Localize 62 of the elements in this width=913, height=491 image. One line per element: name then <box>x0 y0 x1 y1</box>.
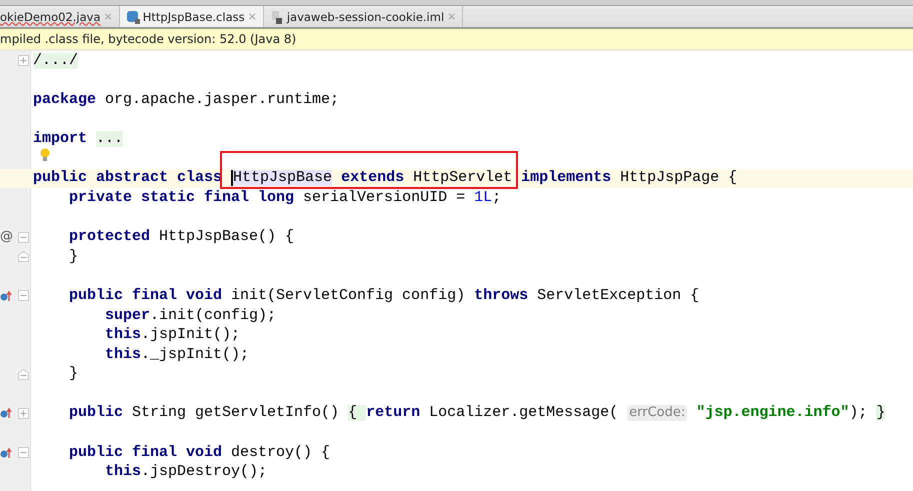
collapse-icon[interactable] <box>18 290 29 302</box>
keyword: package <box>33 92 96 108</box>
fold-end-icon[interactable] <box>18 251 29 262</box>
expand-icon[interactable] <box>18 55 29 66</box>
code-text: ServletException { <box>536 288 700 304</box>
folded-code: /.../ <box>33 52 78 69</box>
parameter-hint: errCode: <box>627 405 688 422</box>
keyword: super <box>105 308 150 324</box>
collapse-icon[interactable] <box>18 447 29 458</box>
collapse-icon[interactable] <box>18 232 29 243</box>
code-text: serialVersionUID = <box>302 190 466 206</box>
file-icon <box>270 10 284 24</box>
code-text: Localizer.getMessage( <box>428 405 620 422</box>
code-text: ._jspInit(); <box>141 346 250 363</box>
highlighted-identifier: HttpJspBase <box>231 170 332 186</box>
code-text: String getServletInfo() <box>131 405 340 422</box>
lightbulb-icon[interactable] <box>39 148 51 162</box>
code-text: destroy() { <box>230 444 330 461</box>
keyword: private static final long <box>69 190 294 206</box>
override-icon[interactable] <box>0 290 12 302</box>
number-literal: 1L <box>474 190 492 206</box>
expand-icon[interactable] <box>18 408 29 419</box>
code-text: ); <box>849 405 868 422</box>
keyword: throws <box>474 288 528 304</box>
code-text: } <box>69 248 78 265</box>
decompiled-banner: mpiled .class file, bytecode version: 52.0 (Java 8) <box>0 29 913 51</box>
folded-code: } <box>876 405 886 422</box>
editor-tab[interactable]: HttpJspBase.class × <box>120 6 264 27</box>
keyword: extends <box>340 170 404 186</box>
keyword: protected <box>69 229 150 246</box>
implements-marker[interactable]: @ <box>0 230 13 244</box>
editor-tab[interactable]: javaweb-session-cookie.iml × <box>264 6 464 27</box>
keyword: implements <box>521 170 612 186</box>
keyword: this <box>105 464 142 480</box>
code-text: ; <box>492 190 502 206</box>
keyword: this <box>105 327 142 344</box>
code-text: HttpJspPage { <box>619 170 738 186</box>
tab-label: javaweb-session-cookie.iml <box>286 10 444 24</box>
keyword: public <box>69 405 124 422</box>
fold-end-icon[interactable] <box>18 368 29 380</box>
code-text: .jspInit(); <box>141 327 240 344</box>
code-text: org.apache.jasper.runtime; <box>104 92 340 108</box>
string-literal: "jsp.engine.info" <box>695 405 850 422</box>
keyword: public final void <box>69 444 222 461</box>
code-text: } <box>69 366 78 382</box>
keyword: return <box>366 405 420 422</box>
class-file-icon <box>126 10 140 24</box>
code-text: .init(config); <box>150 308 276 324</box>
folded-code: { <box>348 405 366 422</box>
code-text: HttpJspBase() { <box>158 229 294 246</box>
code-text: .jspDestroy(); <box>141 464 268 480</box>
override-icon[interactable] <box>0 446 12 459</box>
keyword: import <box>33 131 88 148</box>
code-text: init(ServletConfig config) <box>230 288 466 304</box>
keyword: public final void <box>69 288 222 304</box>
tab-label: HttpJspBase.class <box>142 10 245 24</box>
keyword: public abstract class <box>33 170 224 186</box>
folded-code: ... <box>96 131 124 148</box>
code-text: HttpServlet <box>412 170 514 186</box>
tab-label: okieDemo02.java <box>0 10 101 24</box>
keyword: this <box>105 346 142 363</box>
override-icon[interactable] <box>0 407 12 420</box>
